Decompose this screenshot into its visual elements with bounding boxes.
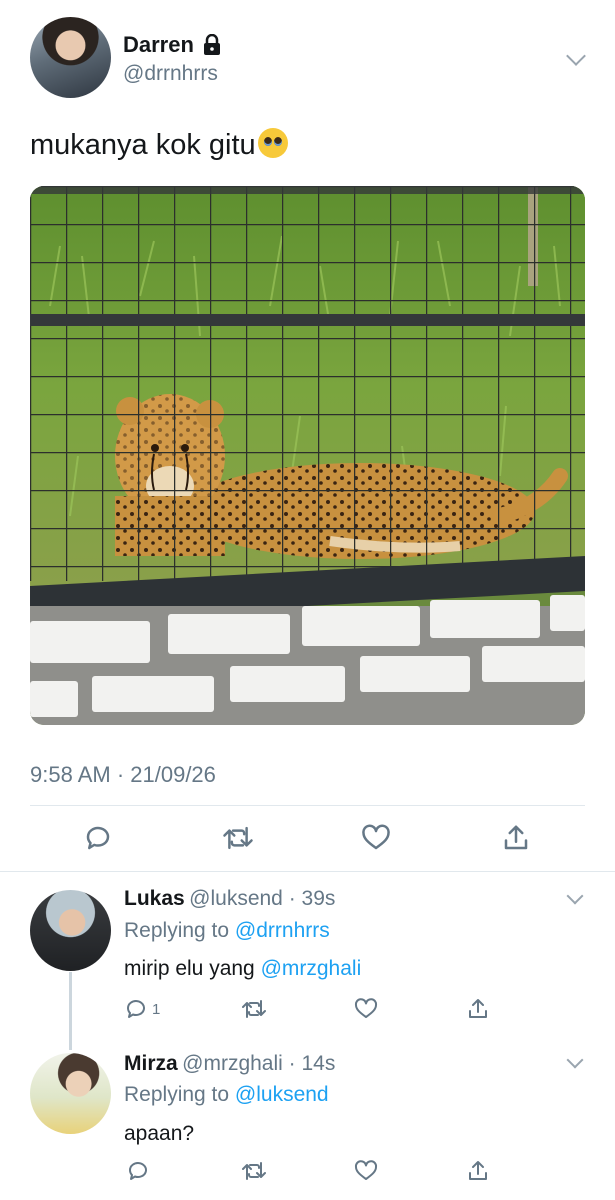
share-icon (504, 825, 528, 850)
reply-button[interactable] (80, 820, 116, 856)
reply-handle[interactable]: @luksend (189, 887, 283, 910)
retweet-button[interactable] (240, 1157, 268, 1185)
reply-header-mirza: Mirza @mrzghali · 14s (124, 1052, 335, 1076)
divider (0, 871, 615, 872)
replying-to-link[interactable]: @drrnhrrs (235, 919, 330, 942)
mention-link[interactable]: @mrzghali (261, 957, 362, 980)
reply-time[interactable]: 14s (302, 1052, 336, 1075)
author-avatar[interactable] (30, 17, 111, 98)
retweet-button[interactable] (240, 995, 268, 1023)
tweet-photo[interactable] (30, 186, 585, 725)
replying-prefix: Replying to (124, 919, 235, 942)
author-name[interactable]: Darren (123, 32, 222, 58)
chevron-down-icon[interactable] (566, 46, 586, 66)
replying-prefix: Replying to (124, 1083, 235, 1106)
author-handle[interactable]: @drrnhrrs (123, 62, 218, 86)
reply-text-lukas: mirip elu yang @mrzghali (124, 957, 361, 981)
thread-connector-line (69, 972, 72, 1050)
share-button[interactable] (498, 820, 534, 856)
lock-icon (203, 34, 220, 55)
tweet-text: mukanya kok gitu (30, 128, 288, 162)
retweet-icon (242, 1000, 266, 1018)
reply-display-name[interactable]: Lukas (124, 887, 185, 910)
reply-body: mirip elu yang (124, 957, 261, 980)
reply-time[interactable]: 39s (302, 887, 336, 910)
reply-avatar-lukas[interactable] (30, 890, 111, 971)
replying-to-link[interactable]: @luksend (235, 1083, 329, 1106)
reply-avatar-mirza[interactable] (30, 1053, 111, 1134)
retweet-icon (223, 826, 253, 850)
tweet-body: mukanya kok gitu (30, 129, 256, 161)
cheetah-photo-illustration (30, 186, 585, 725)
replying-to-mirza: Replying to @luksend (124, 1083, 329, 1107)
share-button[interactable] (464, 995, 492, 1023)
pleading-face-emoji (257, 128, 288, 158)
reply-button[interactable] (124, 1157, 152, 1185)
retweet-icon (242, 1162, 266, 1180)
reply-handle[interactable]: @mrzghali (182, 1052, 283, 1075)
like-icon (354, 998, 378, 1018)
reply-icon (127, 1000, 145, 1018)
retweet-button[interactable] (220, 820, 256, 856)
like-icon (362, 824, 390, 850)
replying-to-lukas: Replying to @drrnhrrs (124, 919, 330, 943)
tweet-timestamp[interactable]: 9:58 AM · 21/09/26 (30, 762, 216, 788)
reply-text-mirza: apaan? (124, 1122, 195, 1145)
chevron-down-icon[interactable] (566, 887, 584, 905)
reply-icon (129, 1162, 147, 1180)
reply-icon (86, 826, 110, 850)
chevron-down-icon[interactable] (566, 1051, 584, 1069)
share-button[interactable] (464, 1157, 492, 1185)
like-button[interactable] (352, 995, 380, 1023)
share-icon (469, 999, 487, 1018)
reply-count: 1 (152, 1000, 161, 1018)
reply-separator: · (282, 887, 302, 910)
reply-header-lukas: Lukas @luksend · 39s (124, 887, 335, 911)
like-button[interactable] (352, 1157, 380, 1185)
divider (30, 805, 585, 806)
share-icon (469, 1161, 487, 1180)
like-icon (354, 1160, 378, 1180)
reply-display-name[interactable]: Mirza (124, 1052, 178, 1075)
like-button[interactable] (358, 820, 394, 856)
author-display-name: Darren (123, 32, 194, 57)
reply-separator: · (282, 1052, 302, 1075)
reply-button[interactable]: 1 (124, 995, 160, 1023)
